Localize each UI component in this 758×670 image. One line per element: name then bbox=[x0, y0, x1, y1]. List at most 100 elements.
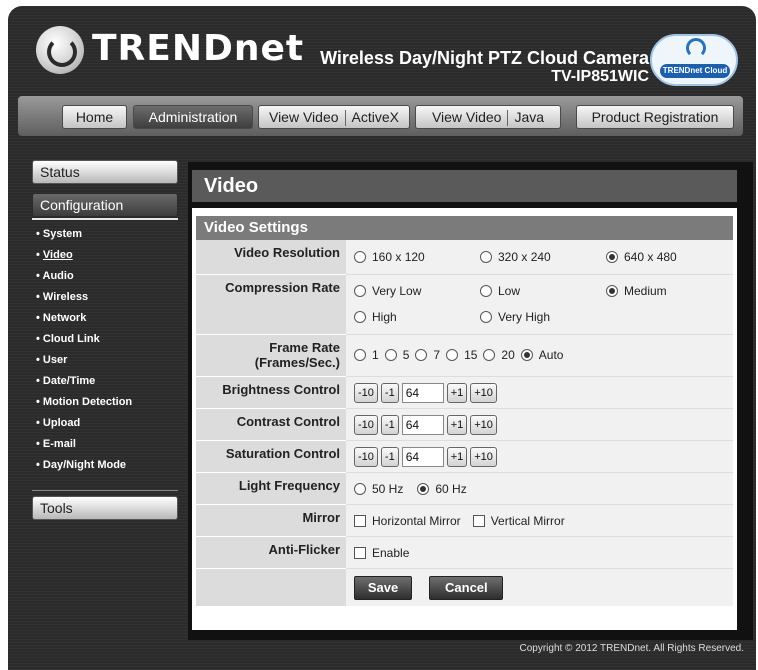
menu-item-motion-detection[interactable]: • Motion Detection bbox=[36, 396, 132, 417]
radio-light-50hz[interactable]: 50 Hz bbox=[354, 482, 403, 496]
nav-product-registration[interactable]: Product Registration bbox=[576, 105, 734, 129]
radio-resolution-320[interactable]: 320 x 240 bbox=[480, 250, 606, 264]
menu-item-wireless[interactable]: • Wireless bbox=[36, 291, 132, 312]
nav-view-video-activex[interactable]: View Video ActiveX bbox=[258, 105, 410, 129]
frame-rate-label: Frame Rate (Frames/Sec.) bbox=[196, 334, 346, 377]
radio-fps-1[interactable]: 1 bbox=[354, 348, 379, 362]
saturation-plus-10-button[interactable]: +10 bbox=[470, 446, 497, 467]
nav-home[interactable]: Home bbox=[62, 105, 127, 129]
menu-item-audio[interactable]: • Audio bbox=[36, 270, 132, 291]
saturation-minus-10-button[interactable]: -10 bbox=[354, 446, 378, 467]
row-frame-rate: Frame Rate (Frames/Sec.) 1 5 7 15 20 Auto bbox=[196, 334, 733, 377]
product-title: Wireless Day/Night PTZ Cloud Camera bbox=[320, 48, 649, 68]
row-mirror: Mirror Horizontal Mirror Vertical Mirror bbox=[196, 504, 733, 537]
contrast-stepper: -10 -1 64 +1 +10 bbox=[354, 412, 727, 438]
checkbox-vertical-mirror[interactable]: Vertical Mirror bbox=[472, 514, 565, 528]
radio-compression-low[interactable]: Low bbox=[480, 284, 606, 298]
radio-fps-15[interactable]: 15 bbox=[446, 348, 477, 362]
contrast-minus-10-button[interactable]: -10 bbox=[354, 414, 378, 435]
settings-card: Video Settings Video Resolution 160 x 12… bbox=[192, 208, 737, 630]
menu-item-date-time[interactable]: • Date/Time bbox=[36, 375, 132, 396]
sidebar-status[interactable]: Status bbox=[32, 160, 178, 184]
menu-item-upload[interactable]: • Upload bbox=[36, 417, 132, 438]
row-brightness: Brightness Control -10 -1 64 +1 +10 bbox=[196, 376, 733, 409]
page-title: Video bbox=[192, 170, 737, 202]
sidebar-divider bbox=[32, 218, 178, 220]
menu-item-day-night-mode[interactable]: • Day/Night Mode bbox=[36, 459, 132, 480]
video-resolution-label: Video Resolution bbox=[196, 240, 346, 275]
row-anti-flicker: Anti-Flicker Enable bbox=[196, 536, 733, 569]
anti-flicker-label: Anti-Flicker bbox=[196, 536, 346, 569]
nav-view-video-java[interactable]: View Video Java bbox=[415, 105, 561, 129]
menu-item-system[interactable]: • System bbox=[36, 228, 132, 249]
radio-fps-5[interactable]: 5 bbox=[384, 348, 409, 362]
nav-view-video-label: View Video bbox=[431, 109, 502, 125]
saturation-plus-1-button[interactable]: +1 bbox=[446, 446, 468, 467]
row-saturation: Saturation Control -10 -1 64 +1 +10 bbox=[196, 440, 733, 473]
brightness-stepper: -10 -1 64 +1 +10 bbox=[354, 380, 727, 406]
mirror-label: Mirror bbox=[196, 504, 346, 537]
cancel-button[interactable]: Cancel bbox=[429, 575, 504, 600]
page-frame: TRENDnet Wireless Day/Night PTZ Cloud Ca… bbox=[8, 6, 756, 670]
save-button[interactable]: Save bbox=[354, 575, 412, 600]
video-settings-table: Video Resolution 160 x 120 320 x 240 640… bbox=[196, 240, 733, 606]
row-actions: Save Cancel bbox=[196, 568, 733, 606]
contrast-plus-10-button[interactable]: +10 bbox=[470, 414, 497, 435]
saturation-stepper: -10 -1 64 +1 +10 bbox=[354, 444, 727, 470]
menu-item-email[interactable]: • E-mail bbox=[36, 438, 132, 459]
nav-administration[interactable]: Administration bbox=[133, 105, 253, 129]
row-light-frequency: Light Frequency 50 Hz 60 Hz bbox=[196, 472, 733, 505]
product-model: TV-IP851WIC bbox=[551, 68, 649, 85]
menu-item-video[interactable]: • Video bbox=[36, 249, 132, 270]
top-nav: Home Administration View Video ActiveX Vi… bbox=[18, 96, 743, 136]
radio-light-60hz[interactable]: 60 Hz bbox=[417, 482, 467, 496]
checkbox-horizontal-mirror[interactable]: Horizontal Mirror bbox=[354, 514, 461, 528]
radio-compression-very-high[interactable]: Very High bbox=[480, 310, 550, 324]
brand-logo: TRENDnet bbox=[92, 28, 305, 69]
radio-compression-very-low[interactable]: Very Low bbox=[354, 284, 480, 298]
sidebar-configuration[interactable]: Configuration bbox=[32, 193, 178, 217]
saturation-label: Saturation Control bbox=[196, 440, 346, 473]
contrast-input[interactable]: 64 bbox=[401, 414, 444, 435]
radio-fps-7[interactable]: 7 bbox=[415, 348, 440, 362]
contrast-minus-1-button[interactable]: -1 bbox=[380, 414, 399, 435]
light-frequency-label: Light Frequency bbox=[196, 472, 346, 505]
brightness-input[interactable]: 64 bbox=[401, 382, 444, 403]
nav-view-video-label: View Video bbox=[268, 109, 339, 125]
section-title: Video Settings bbox=[196, 216, 733, 240]
radio-resolution-640[interactable]: 640 x 480 bbox=[606, 250, 677, 264]
radio-fps-20[interactable]: 20 bbox=[483, 348, 515, 362]
compression-rate-label: Compression Rate bbox=[196, 274, 346, 335]
sidebar-divider bbox=[32, 490, 178, 491]
radio-compression-medium[interactable]: Medium bbox=[606, 284, 667, 298]
row-contrast: Contrast Control -10 -1 64 +1 +10 bbox=[196, 408, 733, 441]
trendnet-logo-icon bbox=[36, 26, 84, 74]
saturation-input[interactable]: 64 bbox=[401, 446, 444, 467]
menu-item-cloud-link[interactable]: • Cloud Link bbox=[36, 333, 132, 354]
checkbox-anti-flicker-enable[interactable]: Enable bbox=[354, 546, 409, 560]
config-menu: • System • Video • Audio • Wireless • Ne… bbox=[36, 228, 132, 480]
brightness-label: Brightness Control bbox=[196, 376, 346, 409]
cloud-ring-icon bbox=[686, 38, 706, 58]
footer-copyright: Copyright © 2012 TRENDnet. All Rights Re… bbox=[519, 643, 744, 654]
cloud-badge-icon: TRENDnet Cloud bbox=[650, 34, 738, 86]
row-compression-rate: Compression Rate Very Low Low Medium Hig… bbox=[196, 274, 733, 335]
main-panel: Video Video Settings Video Resolution 16… bbox=[188, 162, 753, 640]
row-video-resolution: Video Resolution 160 x 120 320 x 240 640… bbox=[196, 240, 733, 275]
nav-java-label: Java bbox=[514, 109, 545, 125]
cloud-badge-label: TRENDnet Cloud bbox=[660, 64, 730, 78]
brightness-plus-1-button[interactable]: +1 bbox=[446, 382, 468, 403]
menu-item-network[interactable]: • Network bbox=[36, 312, 132, 333]
contrast-label: Contrast Control bbox=[196, 408, 346, 441]
contrast-plus-1-button[interactable]: +1 bbox=[446, 414, 468, 435]
nav-activex-label: ActiveX bbox=[351, 109, 399, 125]
brightness-minus-1-button[interactable]: -1 bbox=[380, 382, 399, 403]
brightness-plus-10-button[interactable]: +10 bbox=[470, 382, 497, 403]
radio-fps-auto[interactable]: Auto bbox=[520, 348, 563, 362]
brightness-minus-10-button[interactable]: -10 bbox=[354, 382, 378, 403]
sidebar-tools[interactable]: Tools bbox=[32, 496, 178, 520]
radio-resolution-160[interactable]: 160 x 120 bbox=[354, 250, 480, 264]
menu-item-user[interactable]: • User bbox=[36, 354, 132, 375]
radio-compression-high[interactable]: High bbox=[354, 310, 480, 324]
saturation-minus-1-button[interactable]: -1 bbox=[380, 446, 399, 467]
